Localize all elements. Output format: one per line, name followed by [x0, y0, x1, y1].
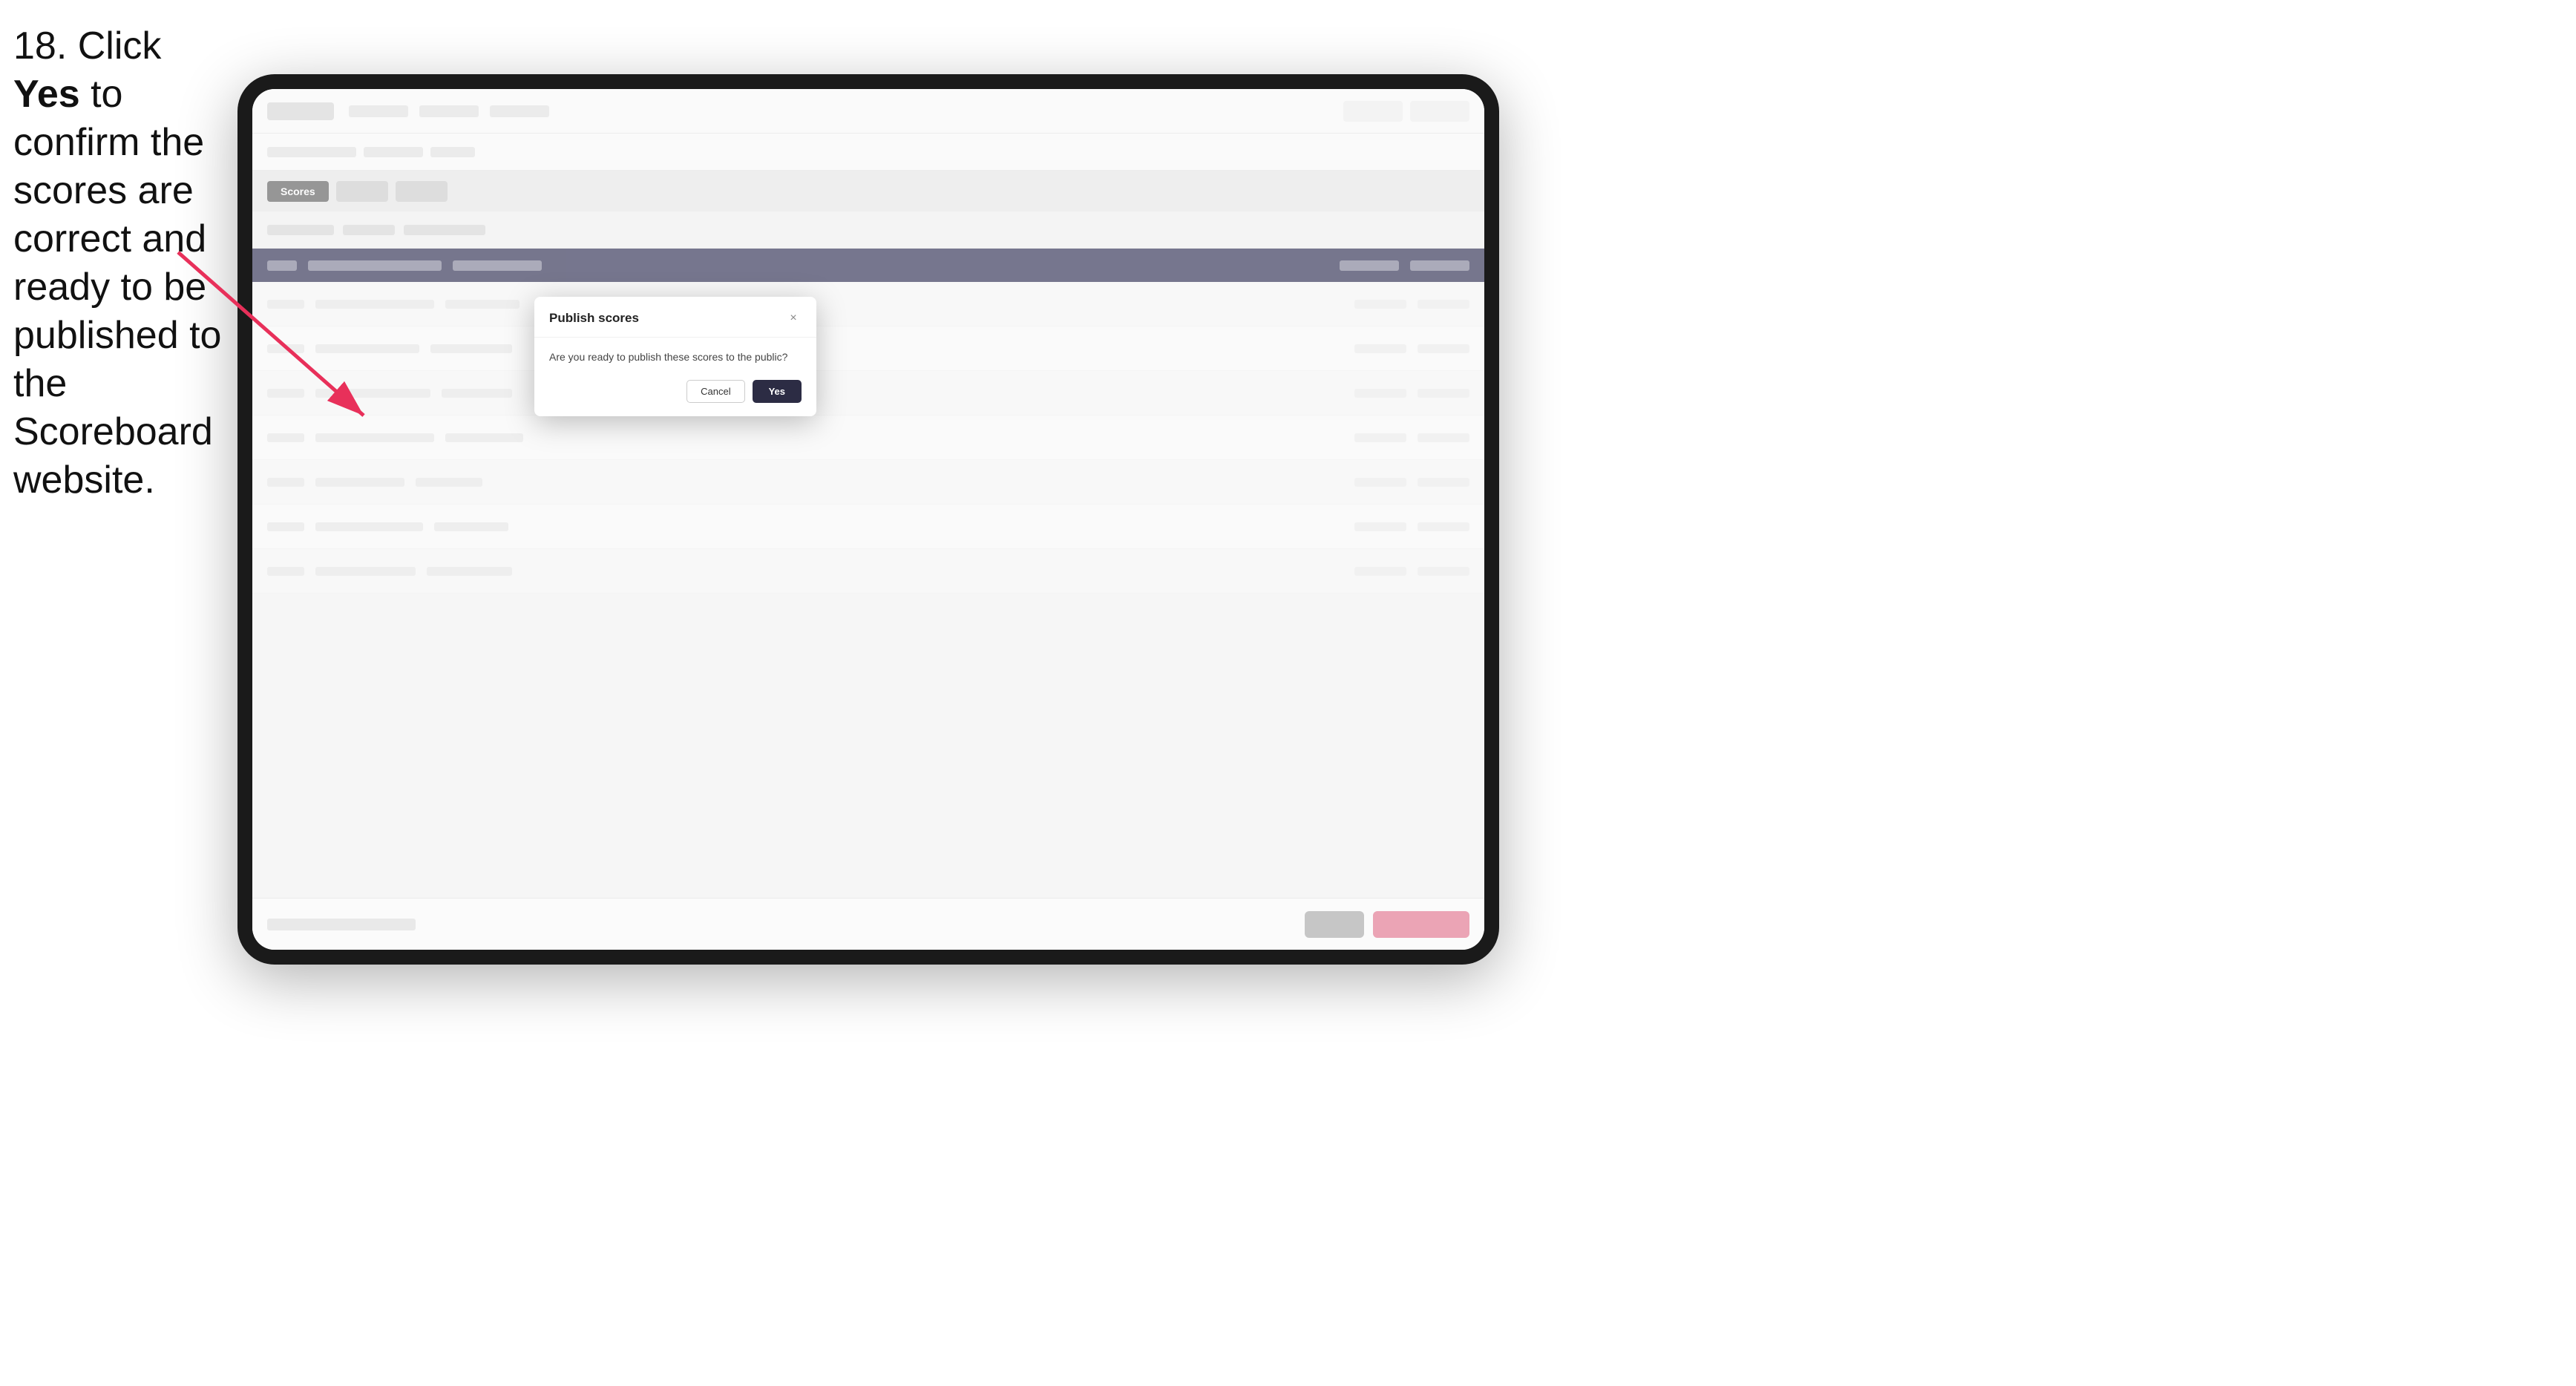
tablet-device: Scores [237, 74, 1499, 965]
modal-overlay: Publish scores × Are you ready to publis… [252, 89, 1484, 950]
yes-button[interactable]: Yes [753, 380, 802, 403]
publish-scores-modal: Publish scores × Are you ready to publis… [534, 297, 816, 416]
modal-header: Publish scores × [534, 297, 816, 338]
app-background: Scores [252, 89, 1484, 950]
instruction-suffix: to confirm the scores are correct and re… [13, 73, 221, 502]
instruction-text: 18. Click Yes to confirm the scores are … [13, 22, 229, 505]
cancel-button[interactable]: Cancel [686, 380, 744, 403]
modal-footer: Cancel Yes [534, 380, 816, 416]
instruction-bold: Yes [13, 73, 80, 116]
step-number: 18. [13, 24, 67, 68]
tablet-screen: Scores [252, 89, 1484, 950]
modal-title: Publish scores [549, 311, 639, 326]
modal-close-button[interactable]: × [785, 310, 802, 326]
modal-body: Are you ready to publish these scores to… [534, 338, 816, 380]
instruction-prefix: Click [67, 24, 161, 68]
